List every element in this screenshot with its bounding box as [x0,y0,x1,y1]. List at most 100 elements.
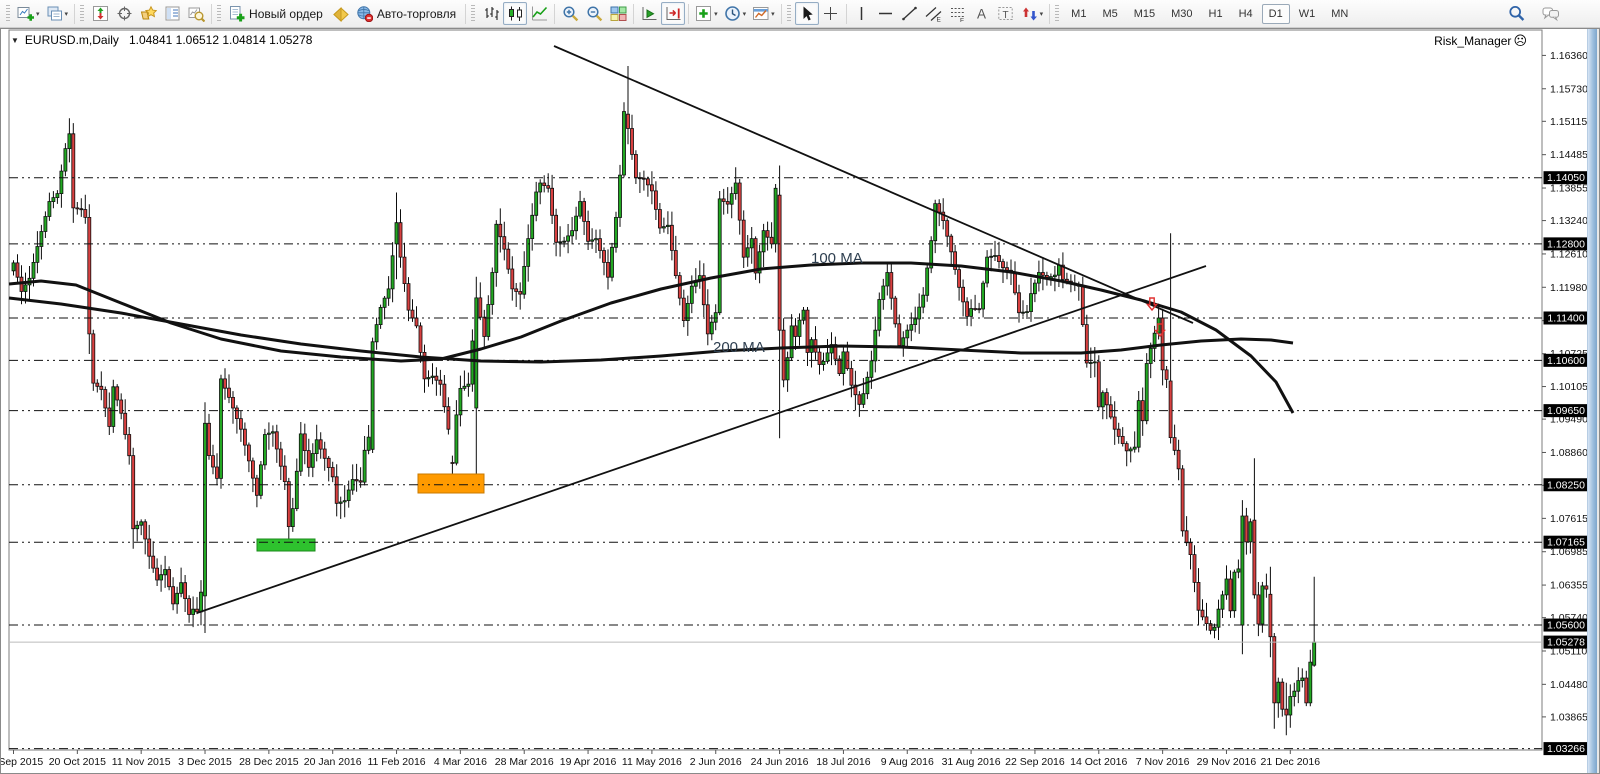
toolbar-separator [688,3,690,24]
toolbar-separator [780,3,782,24]
text-tool-icon: A [973,5,990,22]
window-edge-strip [1587,29,1597,773]
chevron-down-icon[interactable]: ▾ [65,10,69,18]
toolbar-grip[interactable] [471,4,476,23]
timeframe-mn[interactable]: MN [1324,4,1355,24]
crosshair-button[interactable] [819,2,843,25]
svg-text:19 Apr 2016: 19 Apr 2016 [560,756,617,768]
auto-scroll-icon [641,5,658,22]
svg-text:1.08860: 1.08860 [1550,447,1588,459]
equidistant-channel-button[interactable]: E [922,2,946,25]
symbol-list-button[interactable] [160,2,184,25]
periods-icon [724,5,741,22]
chart-shift-button[interactable] [661,2,686,25]
new-order-button[interactable]: Новый ордер [225,2,329,25]
chart-profiles-icon [46,5,63,22]
chevron-down-icon[interactable]: ▾ [714,10,718,18]
chevron-down-icon[interactable]: ▾ [743,10,747,18]
toolbar-grip[interactable] [1055,4,1060,23]
favorites-button[interactable] [136,2,160,25]
supply-zone-orange[interactable] [417,473,485,494]
timeframe-m1[interactable]: M1 [1064,4,1093,24]
timeframe-d1[interactable]: D1 [1261,3,1290,24]
toolbar-grip[interactable] [786,4,791,23]
market-scroll-button[interactable] [88,2,112,25]
zoom-in-icon [562,5,579,22]
mt4-terminal: ▾ ▾ Новый ордер Авто-торговля ▾ ▾ ▾ E F A T ▾ M1 M5 M1… [0,0,1600,774]
toolbar-grip[interactable] [6,4,10,23]
vertical-line-button[interactable] [850,2,874,25]
svg-text:18 Jul 2016: 18 Jul 2016 [816,756,870,768]
horizontal-line-button[interactable] [874,2,898,25]
trendline-button[interactable] [898,2,922,25]
text-tool-button[interactable]: A [970,2,994,25]
svg-text:1.08250: 1.08250 [1547,479,1585,491]
price-chart[interactable]: 28 Sep 2015 20 Oct 2015 11 Nov 2015 3 Dec 2… [1,29,1600,774]
arrow-objects-button[interactable]: ▾ [1018,2,1047,25]
chat-button[interactable] [1538,2,1562,25]
crosshair-target-button[interactable] [112,2,136,25]
timeframe-h4[interactable]: H4 [1232,4,1260,24]
metaeditor-button[interactable] [329,2,353,25]
ma-100-label: 100 MA [811,250,863,267]
auto-scroll-button[interactable] [637,2,661,25]
periods-button[interactable]: ▾ [721,2,750,25]
svg-text:11 Nov 2015: 11 Nov 2015 [112,756,171,768]
demand-zone-green[interactable] [256,538,316,552]
chart-preview-button[interactable] [184,2,208,25]
svg-text:1.07615: 1.07615 [1550,513,1588,525]
chart-window: 28 Sep 2015 20 Oct 2015 11 Nov 2015 3 Dec 2… [0,28,1600,774]
svg-text:24 Jun 2016: 24 Jun 2016 [751,756,809,768]
search-button[interactable] [1504,2,1528,25]
svg-text:1.05278: 1.05278 [1547,637,1585,649]
zoom-out-icon [586,5,603,22]
autotrading-icon [356,5,373,22]
timeframe-w1[interactable]: W1 [1292,4,1323,24]
symbol-period-label: EURUSD.m,Daily [24,33,119,47]
svg-text:1.15115: 1.15115 [1550,116,1587,128]
line-chart-mode-icon [531,5,548,22]
svg-text:1.15730: 1.15730 [1550,83,1588,95]
fibonacci-button[interactable]: F [946,2,970,25]
tile-windows-icon [610,5,627,22]
line-chart-mode-button[interactable] [527,2,551,25]
candle-chart-mode-button[interactable] [503,2,528,25]
cursor-button[interactable] [794,2,819,25]
svg-text:20 Jan 2016: 20 Jan 2016 [304,756,362,768]
chevron-down-icon[interactable]: ▾ [36,10,40,18]
new-chart-button[interactable]: ▾ [14,2,43,25]
toolbar-grip[interactable] [80,4,85,23]
chevron-down-icon[interactable]: ▾ [771,10,775,18]
toolbar-grip[interactable] [217,4,222,23]
timeframe-m15[interactable]: M15 [1127,4,1162,24]
timeframe-m5[interactable]: M5 [1095,4,1124,24]
timeframe-m30[interactable]: M30 [1164,4,1199,24]
svg-text:1.03865: 1.03865 [1550,711,1588,723]
templates-button[interactable]: ▾ [749,2,778,25]
toolbar-separator [845,3,847,24]
chart-symbol-dropdown-icon[interactable]: ▼ [11,36,19,45]
toolbar-separator [633,3,635,24]
time-axis[interactable]: 28 Sep 2015 20 Oct 2015 11 Nov 2015 3 Dec 2… [1,750,1320,768]
timeframe-h1[interactable]: H1 [1202,4,1230,24]
chart-profiles-button[interactable]: ▾ [43,2,72,25]
chevron-down-icon[interactable]: ▾ [1040,10,1044,18]
toolbar-separator [554,3,556,24]
bar-chart-mode-button[interactable] [479,2,503,25]
autotrading-button[interactable]: Авто-торговля [353,2,462,25]
svg-text:1.10600: 1.10600 [1547,355,1585,367]
horizontal-line-icon [877,5,894,22]
ea-status-smiley-icon[interactable]: ☹ [1513,33,1527,49]
ma-200-label: 200 MA [713,339,765,356]
svg-text:29 Nov 2016: 29 Nov 2016 [1197,756,1257,768]
zoom-out-button[interactable] [582,2,606,25]
arrow-objects-icon [1021,5,1038,22]
tile-windows-button[interactable] [606,2,630,25]
window-edge [1597,29,1599,773]
zoom-in-button[interactable] [558,2,582,25]
svg-text:1.16360: 1.16360 [1550,50,1588,62]
svg-text:1.06355: 1.06355 [1550,580,1588,592]
indicators-button[interactable]: ▾ [692,2,721,25]
text-label-tool-button[interactable]: T [994,2,1018,25]
svg-text:F: F [960,18,964,23]
